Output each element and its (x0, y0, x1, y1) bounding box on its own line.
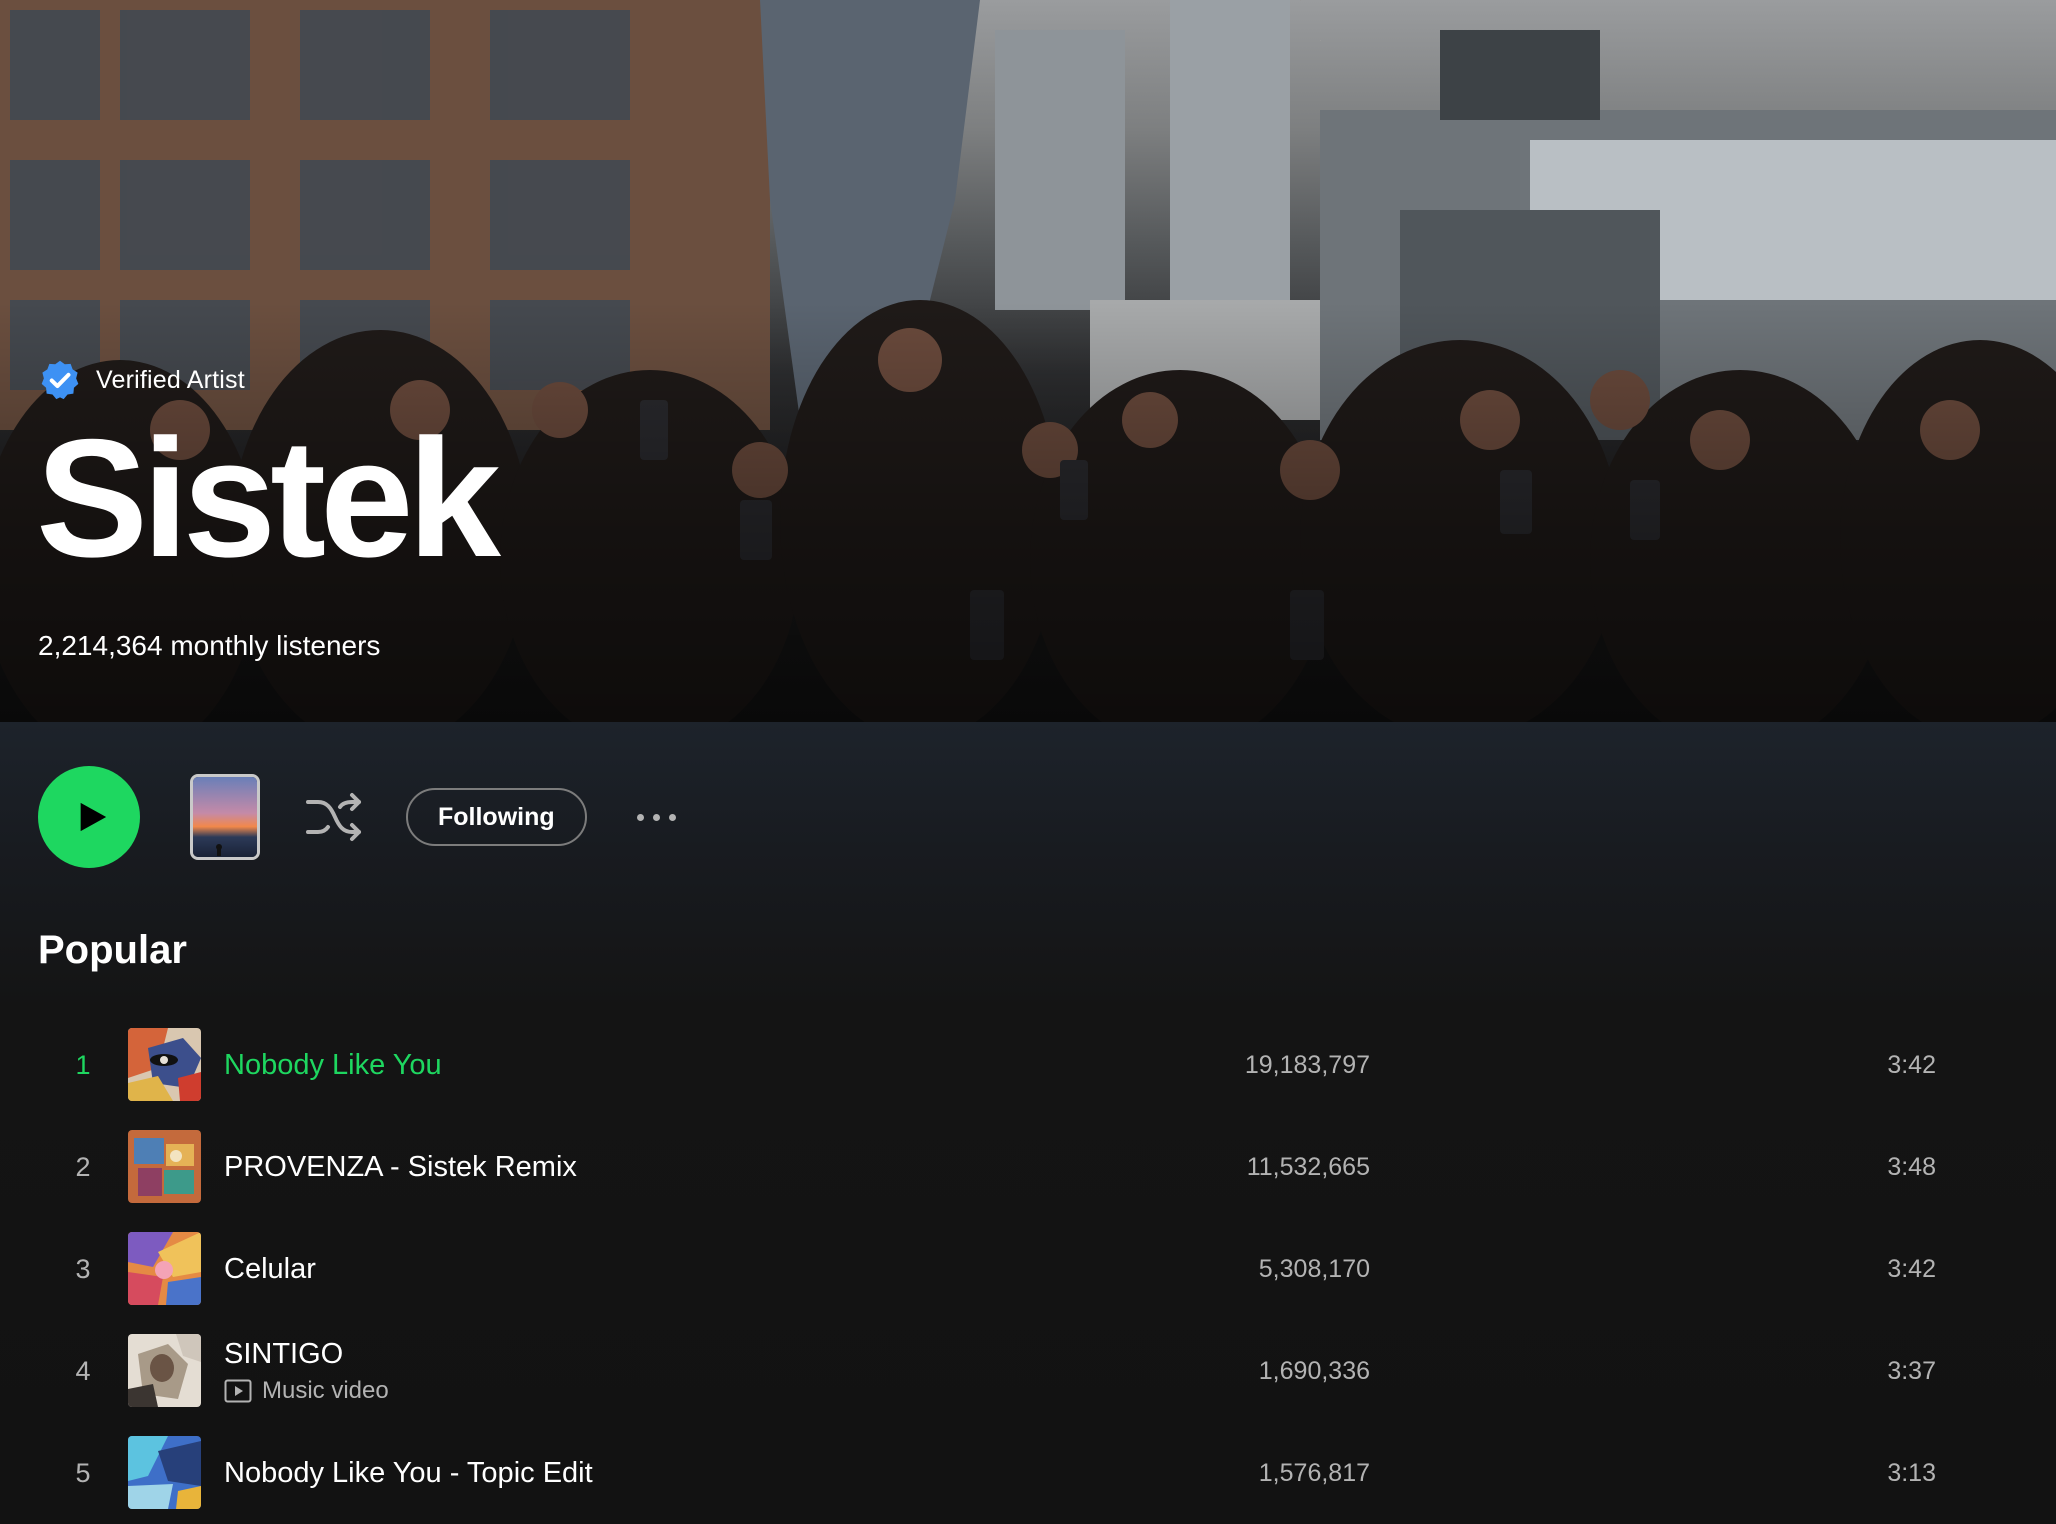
music-video-label: Music video (262, 1376, 389, 1404)
track-duration: 3:42 (1887, 1254, 1936, 1283)
track-title[interactable]: PROVENZA - Sistek Remix (224, 1151, 577, 1184)
following-button[interactable]: Following (406, 788, 587, 846)
track-duration: 3:37 (1887, 1356, 1936, 1385)
verified-artist-label: Verified Artist (96, 365, 245, 394)
track-play-count: 1,690,336 (1258, 1356, 1370, 1385)
track-cover-art (128, 1232, 201, 1305)
play-icon (80, 802, 106, 832)
track-play-count: 19,183,797 (1244, 1050, 1370, 1079)
track-duration: 3:48 (1887, 1152, 1936, 1181)
track-number: 5 (75, 1457, 91, 1488)
artist-header-banner: Verified Artist Sistek 2,214,364 monthly… (0, 0, 2056, 722)
track-title[interactable]: Nobody Like You (224, 1049, 442, 1082)
track-play-count: 11,532,665 (1246, 1152, 1370, 1181)
track-title[interactable]: Nobody Like You - Topic Edit (224, 1457, 593, 1490)
track-cover-art (128, 1334, 201, 1407)
more-horizontal-icon-dot (669, 813, 677, 821)
preview-cover-art (193, 777, 257, 857)
track-cover-art (128, 1028, 201, 1101)
music-video-icon (224, 1379, 252, 1402)
play-button[interactable] (38, 766, 140, 868)
artist-name: Sistek (36, 404, 501, 592)
track-number: 2 (75, 1151, 91, 1182)
shuffle-button[interactable] (304, 787, 364, 847)
track-title[interactable]: Celular (224, 1253, 316, 1286)
track-subtitle[interactable]: Music video (224, 1377, 389, 1405)
track-row[interactable]: 3 Celular 5,308,170 3:42 (0, 1218, 2056, 1320)
more-horizontal-icon-dot (653, 813, 661, 821)
popular-track-list: 1 Nobody Like You 19,183,797 3:42 2 PROV… (0, 1014, 2056, 1524)
more-horizontal-icon (637, 813, 645, 821)
now-playing-preview-thumbnail[interactable] (190, 774, 260, 860)
track-cover-art (128, 1436, 201, 1509)
track-number: 3 (75, 1253, 91, 1284)
track-info: Nobody Like You - Topic Edit (224, 1422, 593, 1524)
track-duration: 3:42 (1887, 1050, 1936, 1079)
track-duration: 3:13 (1887, 1458, 1936, 1487)
verified-artist-badge: Verified Artist (38, 356, 245, 404)
track-cover-art (128, 1130, 201, 1203)
shuffle-icon (306, 793, 361, 841)
artist-content: Following Popular 1 Nobody Like You 19,1… (0, 722, 2056, 1520)
more-options-button[interactable] (627, 787, 687, 847)
track-number: 4 (75, 1355, 91, 1386)
track-play-count: 5,308,170 (1258, 1254, 1370, 1283)
track-row[interactable]: 4 SINTIGO Music video 1,690,336 3:37 (0, 1320, 2056, 1422)
monthly-listeners: 2,214,364 monthly listeners (38, 630, 381, 661)
track-play-count: 1,576,817 (1258, 1458, 1370, 1487)
popular-section-title: Popular (38, 928, 187, 972)
track-title[interactable]: SINTIGO (224, 1338, 389, 1371)
track-row[interactable]: 2 PROVENZA - Sistek Remix 11,532,665 3:4… (0, 1116, 2056, 1218)
track-row[interactable]: 5 Nobody Like You - Topic Edit 1,576,817… (0, 1422, 2056, 1524)
track-number: 1 (75, 1049, 91, 1080)
track-info: Nobody Like You (224, 1014, 442, 1116)
track-info: SINTIGO Music video (224, 1320, 389, 1422)
track-info: Celular (224, 1218, 316, 1320)
track-info: PROVENZA - Sistek Remix (224, 1116, 577, 1218)
track-row[interactable]: 1 Nobody Like You 19,183,797 3:42 (0, 1014, 2056, 1116)
verified-check-icon (41, 360, 79, 400)
action-bar: Following (38, 766, 687, 868)
